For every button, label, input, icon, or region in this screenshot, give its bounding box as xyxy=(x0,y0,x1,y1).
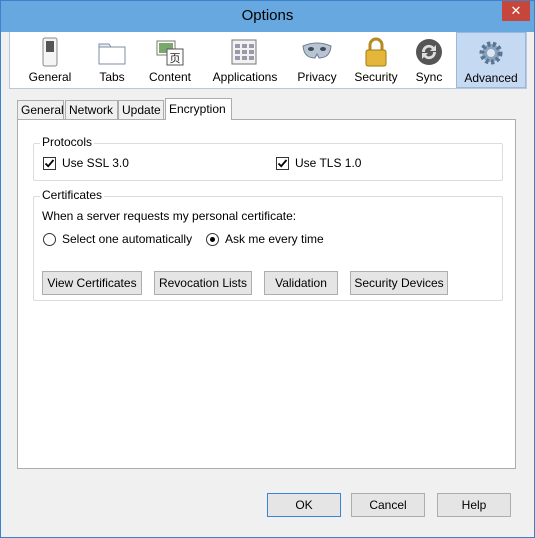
cancel-button[interactable]: Cancel xyxy=(351,493,425,517)
toolbar-privacy[interactable]: Privacy xyxy=(288,32,346,88)
gear-icon xyxy=(479,41,503,65)
toolbar-security-label: Security xyxy=(354,70,398,84)
encryption-panel: Protocols Use SSL 3.0 Use TLS 1.0 Certif… xyxy=(17,119,516,469)
certificate-prompt: When a server requests my personal certi… xyxy=(42,209,297,223)
validation-button[interactable]: Validation xyxy=(264,271,338,295)
toolbar-content-label: Content xyxy=(148,70,192,84)
certificates-legend: Certificates xyxy=(40,188,105,202)
preferences-toolbar: General Tabs 页 Content Applications Priv… xyxy=(9,32,527,89)
revocation-lists-button[interactable]: Revocation Lists xyxy=(154,271,252,295)
svg-text:页: 页 xyxy=(170,53,181,65)
toolbar-tabs[interactable]: Tabs xyxy=(88,32,136,88)
window-title: Options xyxy=(241,7,294,24)
use-tls-label: Use TLS 1.0 xyxy=(295,156,362,170)
toolbar-general-label: General xyxy=(28,70,72,84)
mask-icon xyxy=(302,42,332,59)
close-button[interactable]: ✕ xyxy=(502,1,530,21)
applications-icon xyxy=(231,39,257,65)
use-ssl-label: Use SSL 3.0 xyxy=(62,156,129,170)
certificates-group: Certificates When a server requests my p… xyxy=(33,188,503,301)
help-button[interactable]: Help xyxy=(437,493,511,517)
radio-selected-icon xyxy=(206,232,219,246)
toolbar-privacy-label: Privacy xyxy=(297,70,337,84)
checkbox-checked-icon xyxy=(276,156,289,170)
view-certificates-button[interactable]: View Certificates xyxy=(42,271,142,295)
protocols-legend: Protocols xyxy=(40,135,95,149)
content-icon: 页 xyxy=(156,40,184,66)
ask-every-time-label: Ask me every time xyxy=(225,232,324,246)
security-devices-button[interactable]: Security Devices xyxy=(350,271,448,295)
ask-every-time-radio[interactable]: Ask me every time xyxy=(206,232,324,246)
switch-icon xyxy=(42,37,58,67)
toolbar-content[interactable]: 页 Content xyxy=(140,32,200,88)
options-window: Options ✕ General Tabs 页 Content Applica… xyxy=(0,0,535,538)
radio-unselected-icon xyxy=(43,232,56,246)
use-ssl-checkbox[interactable]: Use SSL 3.0 xyxy=(43,156,129,170)
use-tls-checkbox[interactable]: Use TLS 1.0 xyxy=(276,156,361,170)
select-automatically-radio[interactable]: Select one automatically xyxy=(43,232,192,246)
tab-network[interactable]: Network xyxy=(65,100,118,120)
title-bar[interactable]: Options ✕ xyxy=(1,1,534,32)
tabs-icon xyxy=(98,43,126,65)
select-automatically-label: Select one automatically xyxy=(62,232,193,246)
toolbar-applications-label: Applications xyxy=(212,70,278,84)
toolbar-tabs-label: Tabs xyxy=(99,70,125,84)
lock-icon xyxy=(365,37,387,67)
toolbar-applications[interactable]: Applications xyxy=(204,32,286,88)
toolbar-advanced[interactable]: Advanced xyxy=(456,32,526,88)
sync-icon xyxy=(416,39,442,65)
tab-update[interactable]: Update xyxy=(118,100,164,120)
toolbar-sync-label: Sync xyxy=(415,70,443,84)
toolbar-general[interactable]: General xyxy=(14,32,86,88)
checkbox-checked-icon xyxy=(43,156,56,170)
toolbar-advanced-label: Advanced xyxy=(464,71,518,85)
tab-encryption[interactable]: Encryption xyxy=(165,98,232,120)
toolbar-sync[interactable]: Sync xyxy=(406,32,452,88)
toolbar-security[interactable]: Security xyxy=(346,32,406,88)
protocols-group: Protocols Use SSL 3.0 Use TLS 1.0 xyxy=(33,135,503,181)
tab-general[interactable]: General xyxy=(17,100,64,120)
ok-button[interactable]: OK xyxy=(267,493,341,517)
